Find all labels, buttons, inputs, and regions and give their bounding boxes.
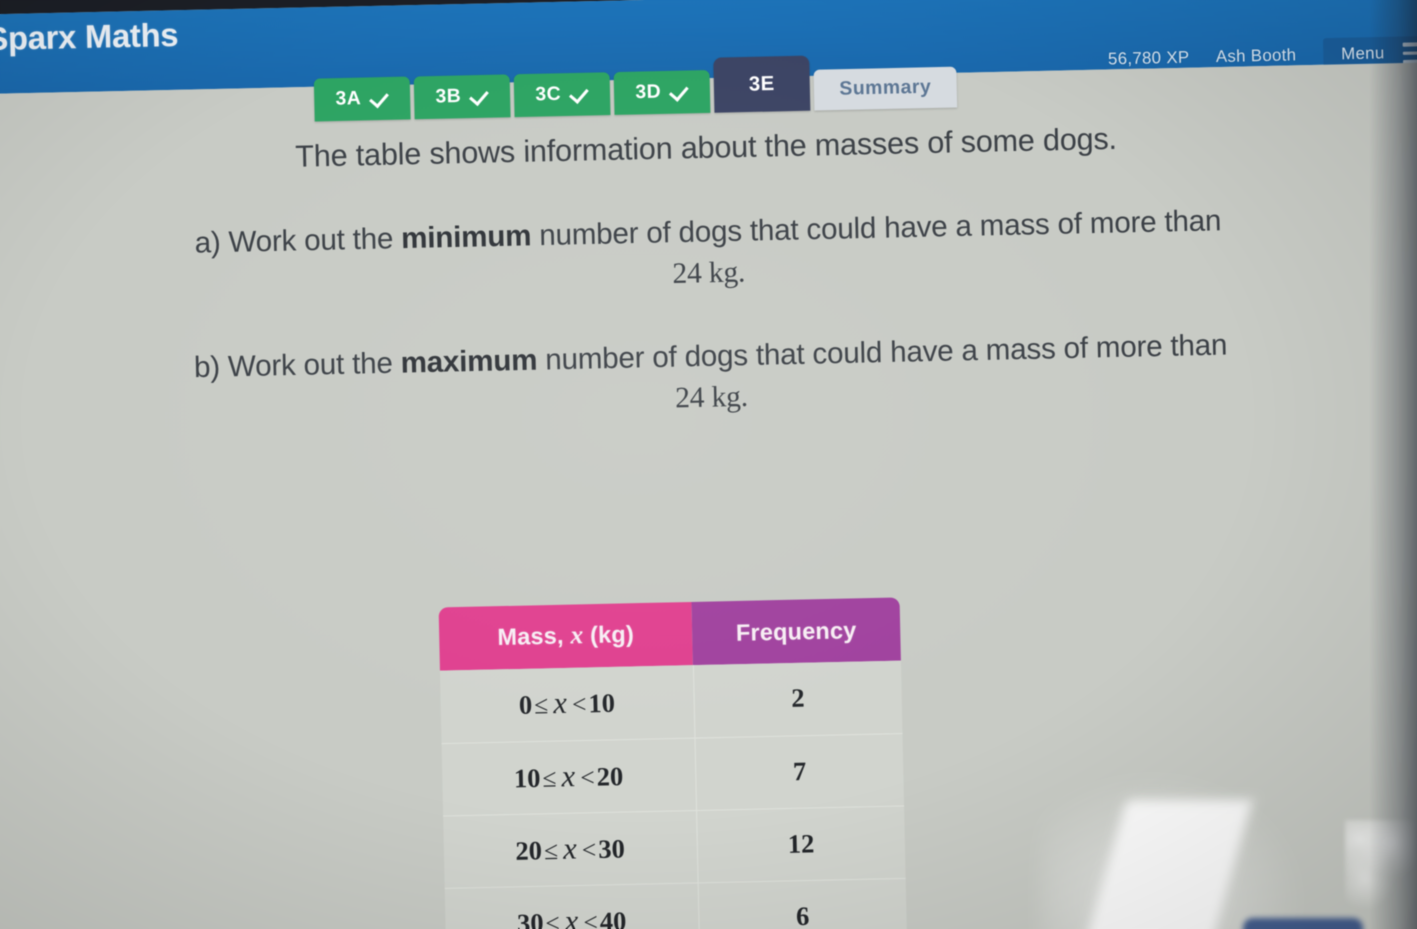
lt-icon: < [579, 763, 595, 792]
hamburger-icon[interactable] [1402, 42, 1417, 64]
column-header-mass: Mass, x (kg) [438, 601, 693, 671]
tab-3d-label: 3D [635, 81, 662, 104]
frequency-table-head: Mass, x (kg) Frequency [438, 597, 901, 671]
cell-interval-3: 20≤ x <30 [443, 809, 698, 888]
check-icon [670, 83, 689, 102]
check-icon [370, 89, 389, 108]
question-intro: The table shows information about the ma… [294, 122, 1118, 174]
cell-interval-1: 0≤ x <10 [439, 665, 695, 744]
question-part-b: b) Work out the maximum number of dogs t… [27, 322, 1395, 432]
row3-upper: 30 [597, 833, 626, 864]
row1-lower: 0 [518, 690, 533, 721]
frequency-table-wrapper: Mass, x (kg) Frequency 0≤ x <10 2 10≤ x … [438, 597, 908, 929]
question-page: The table shows information about the ma… [0, 61, 1417, 929]
part-a-emphasis: minimum [400, 219, 532, 255]
cell-frequency-2: 7 [694, 733, 905, 810]
screen-photo: Sparx Maths Sparx Maths 56,780 XP Ash Bo… [0, 0, 1417, 929]
tab-3c-label: 3C [535, 83, 562, 106]
column-header-frequency: Frequency [691, 597, 901, 666]
row4-variable: x [564, 904, 579, 929]
user-name[interactable]: Ash Booth [1216, 46, 1297, 67]
col-mass-variable: x [570, 621, 584, 650]
row4-upper: 40 [599, 906, 627, 929]
table-row: 30≤ x <40 6 [444, 877, 908, 929]
tab-3d[interactable]: 3D [613, 70, 711, 115]
tab-summary-label: Summary [839, 76, 932, 100]
question-part-a: a) Work out the minimum number of dogs t… [24, 197, 1392, 307]
tab-3a-label: 3A [335, 87, 362, 110]
table-row: 20≤ x <30 12 [443, 805, 906, 888]
cell-frequency-1: 2 [692, 660, 903, 738]
question-block: The table shows information about the ma… [22, 114, 1395, 432]
le-icon: ≤ [543, 836, 559, 865]
tab-summary[interactable]: Summary [813, 66, 958, 111]
cell-frequency-4: 6 [697, 877, 908, 929]
tab-3e-label: 3E [748, 72, 776, 96]
row2-lower: 10 [513, 762, 541, 794]
row2-variable: x [561, 759, 576, 794]
check-icon [470, 87, 489, 106]
cell-interval-4: 30≤ x <40 [444, 882, 700, 929]
cell-frequency-3: 12 [696, 805, 906, 883]
app-brand-title: Sparx Maths [0, 16, 179, 58]
table-row: 10≤ x <20 7 [441, 733, 905, 816]
part-a-prefix: a) Work out the [194, 222, 402, 260]
tab-3e[interactable]: 3E [713, 55, 811, 113]
col-mass-text-2: (kg) [583, 620, 635, 649]
row1-upper: 10 [588, 688, 616, 719]
tab-3c[interactable]: 3C [513, 72, 611, 118]
lt-icon: < [583, 908, 599, 929]
row4-lower: 30 [516, 907, 544, 929]
menu-label: Menu [1340, 43, 1385, 64]
row1-variable: x [552, 686, 568, 721]
table-header-row: Mass, x (kg) Frequency [438, 597, 901, 671]
part-b-emphasis: maximum [400, 344, 538, 380]
le-icon: ≤ [542, 764, 557, 793]
sparx-maths-app: Sparx Maths Sparx Maths 56,780 XP Ash Bo… [0, 0, 1417, 929]
part-b-prefix: b) Work out the [193, 347, 401, 385]
tab-3a[interactable]: 3A [313, 76, 411, 122]
lt-icon: < [581, 836, 597, 864]
frequency-table: Mass, x (kg) Frequency 0≤ x <10 2 10≤ x … [438, 597, 908, 929]
table-row: 0≤ x <10 2 [439, 660, 903, 744]
row3-lower: 20 [515, 835, 543, 866]
lt-icon: < [571, 691, 587, 720]
col-mass-text-1: Mass, [497, 621, 571, 651]
tab-3b-label: 3B [435, 85, 462, 108]
xp-counter: 56,780 XP [1107, 48, 1190, 69]
le-icon: ≤ [533, 692, 549, 720]
frequency-table-body: 0≤ x <10 2 10≤ x <20 7 20≤ x <30 12 30≤ … [439, 660, 908, 929]
tab-3b[interactable]: 3B [413, 74, 511, 120]
check-icon [570, 85, 589, 104]
row3-variable: x [562, 831, 578, 866]
cell-interval-2: 10≤ x <20 [441, 737, 697, 816]
row2-upper: 20 [596, 761, 624, 792]
le-icon: ≤ [545, 909, 560, 929]
